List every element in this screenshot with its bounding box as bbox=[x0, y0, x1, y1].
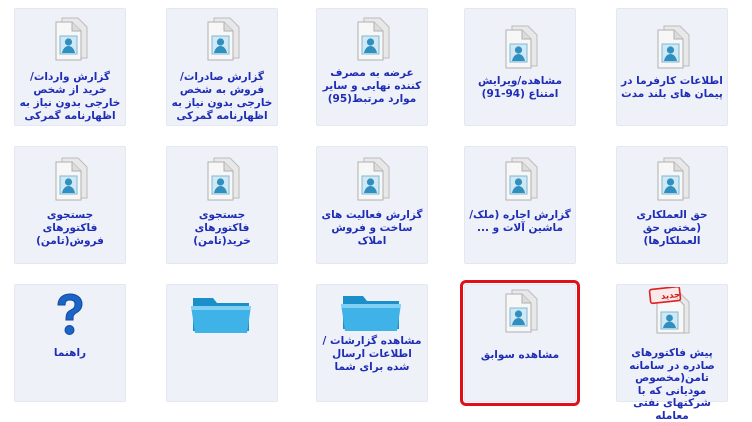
folder-icon bbox=[189, 289, 255, 337]
document-user-icon bbox=[648, 23, 696, 71]
document-user-icon bbox=[348, 155, 396, 203]
tile-label: راهنما bbox=[53, 347, 87, 359]
tile-received-reports[interactable]: مشاهده گزارشات /اطلاعات ارسال شده برای ش… bbox=[316, 284, 428, 402]
document-user-icon bbox=[496, 23, 544, 71]
tile-import-report[interactable]: گزارش واردات/خرید از شخص خارجی بدون نیاز… bbox=[14, 8, 126, 126]
tile-label: حق العملکاری (مختص حق العملکارها) bbox=[636, 209, 708, 247]
folder-icon bbox=[339, 287, 405, 335]
tile-view-history[interactable]: مشاهده سوابق bbox=[460, 280, 580, 406]
tile-employer-info[interactable]: اطلاعات کارفرما در پیمان های بلند مدت bbox=[616, 8, 728, 126]
document-user-icon bbox=[648, 155, 696, 203]
tile-refusal-view-edit[interactable]: مشاهده/ویرایش امتناع (94-91) bbox=[464, 8, 576, 126]
document-user-icon bbox=[46, 15, 94, 63]
new-badge: جدید bbox=[660, 290, 681, 302]
tile-label: مشاهده سوابق bbox=[480, 349, 560, 361]
tile-help[interactable]: راهنما bbox=[14, 284, 126, 402]
tile-construction-report[interactable]: گزارش فعالیت های ساخت و فروش املاک bbox=[316, 146, 428, 264]
tile-label: جستجوی فاکتورهای خرید(تامن) bbox=[193, 209, 251, 247]
tile-consumer-supply[interactable]: عرضه به مصرف کننده نهایی و سایر موارد مر… bbox=[316, 8, 428, 126]
tile-label: گزارش صادرات/فروش به شخص خارجی بدون نیاز… bbox=[171, 71, 273, 122]
tile-proforma-invoices[interactable]: جدید پیش فاکتورهای صادره در سامانه تامن(… bbox=[616, 284, 728, 422]
tile-export-report[interactable]: گزارش صادرات/فروش به شخص خارجی بدون نیاز… bbox=[166, 8, 278, 126]
tile-label: اطلاعات کارفرما در پیمان های بلند مدت bbox=[621, 75, 723, 100]
tile-purchase-invoices[interactable]: جستجوی فاکتورهای خرید(تامن) bbox=[166, 146, 278, 264]
tile-commission[interactable]: حق العملکاری (مختص حق العملکارها) bbox=[616, 146, 728, 264]
document-user-icon bbox=[496, 287, 544, 335]
tile-label: مشاهده/ویرایش امتناع (94-91) bbox=[478, 75, 562, 100]
tile-sales-invoices[interactable]: جستجوی فاکتورهای فروش(تامن) bbox=[14, 146, 126, 264]
tile-label: گزارش اجاره (ملک/ماشین آلات و ... bbox=[469, 209, 571, 234]
document-user-icon bbox=[496, 155, 544, 203]
tile-rent-report[interactable]: گزارش اجاره (ملک/ماشین آلات و ... bbox=[464, 146, 576, 264]
help-icon bbox=[46, 291, 94, 339]
document-user-icon bbox=[348, 15, 396, 63]
document-user-icon bbox=[46, 155, 94, 203]
document-user-icon bbox=[198, 155, 246, 203]
tile-label: مشاهده گزارشات /اطلاعات ارسال شده برای ش… bbox=[322, 335, 422, 373]
tile-label: عرضه به مصرف کننده نهایی و سایر موارد مر… bbox=[322, 67, 422, 105]
tile-label: گزارش فعالیت های ساخت و فروش املاک bbox=[321, 209, 423, 247]
tile-folder[interactable] bbox=[166, 284, 278, 402]
document-user-icon bbox=[198, 15, 246, 63]
tile-label: پیش فاکتورهای صادره در سامانه تامن(مخصوص… bbox=[629, 347, 715, 422]
tile-label: جستجوی فاکتورهای فروش(تامن) bbox=[36, 209, 104, 247]
tile-label: گزارش واردات/خرید از شخص خارجی بدون نیاز… bbox=[19, 71, 121, 122]
